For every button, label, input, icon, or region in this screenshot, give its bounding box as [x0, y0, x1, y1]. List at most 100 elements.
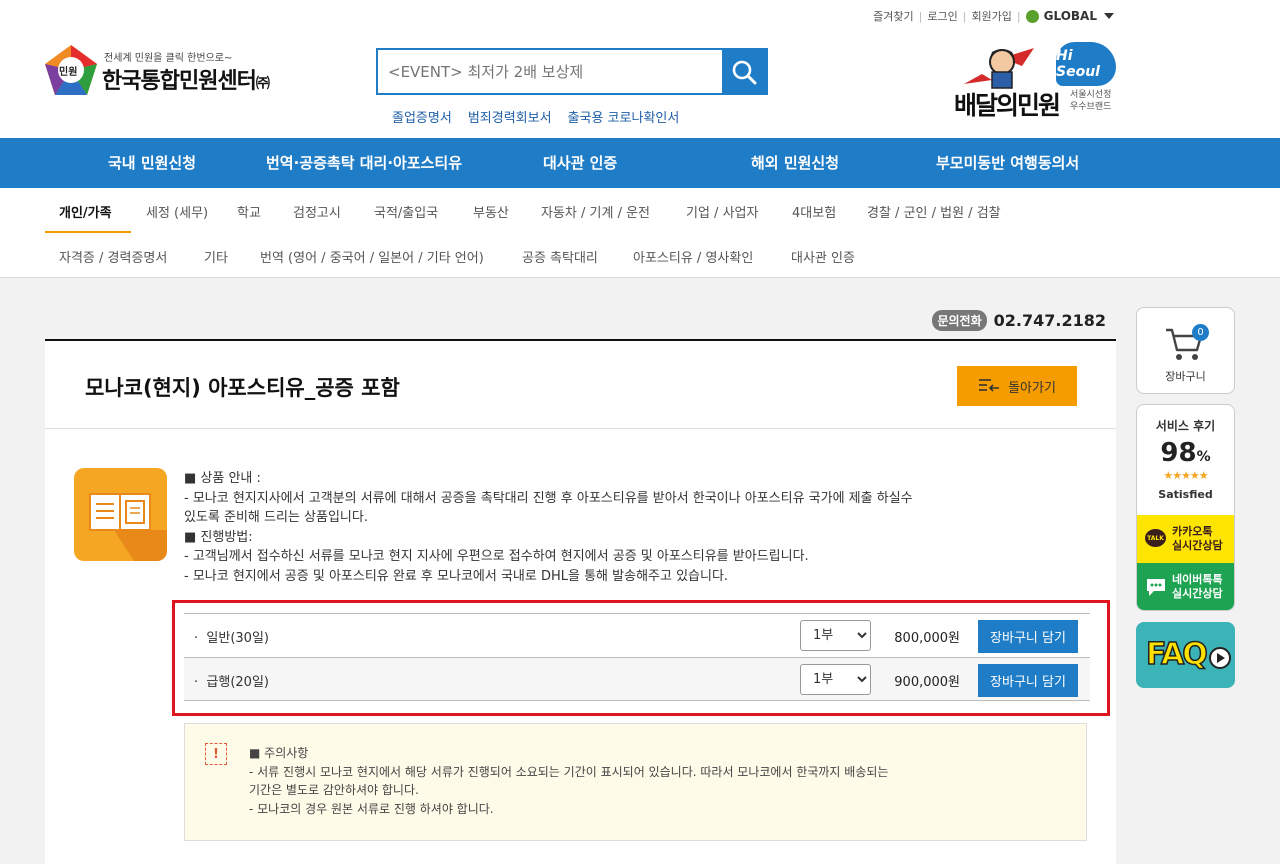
desc-line: 있도록 준비해 드리는 상품입니다.	[184, 510, 368, 525]
review-percent-value: 98	[1160, 438, 1197, 468]
logo-mark-text: 민원	[59, 67, 78, 78]
join-link[interactable]: 회원가입	[971, 8, 1011, 24]
notice-text: ■ 주의사항 - 서류 진행시 모나코 현지에서 해당 서류가 진행되어 소요되…	[249, 744, 888, 818]
option-label: · 급행(20일)	[194, 675, 269, 690]
faq-button[interactable]: FAQ	[1136, 622, 1235, 688]
category-nav: 개인/가족 세정 (세무) 학교 검정고시 국적/출입국 부동산 자동차 / 기…	[0, 188, 1280, 278]
option-label-text: 일반(30일)	[206, 631, 269, 646]
contact-phone: 문의전화 02.747.2182	[932, 310, 1106, 331]
option-row: · 일반(30일) 1부 800,000원 장바구니 담기	[184, 613, 1090, 657]
nav-travel-consent[interactable]: 부모미동반 여행동의서	[936, 138, 1079, 188]
category-tab[interactable]: 대사관 인증	[791, 247, 855, 266]
login-link[interactable]: 로그인	[927, 8, 957, 24]
option-list: · 일반(30일) 1부 800,000원 장바구니 담기 · 급행(20일) …	[172, 600, 1110, 716]
warning-icon: !	[205, 743, 227, 765]
quick-link[interactable]: 출국용 코로나확인서	[568, 107, 680, 126]
play-icon	[1209, 647, 1231, 669]
top-links: 즐겨찾기 | 로그인 | 회원가입 | GLOBAL	[873, 8, 1114, 24]
option-price: 900,000원	[894, 675, 960, 690]
nav-overseas[interactable]: 해외 민원신청	[751, 138, 839, 188]
category-tab[interactable]: 경찰 / 군인 / 법원 / 검찰	[867, 202, 1001, 221]
product-card: 모나코(현지) 아포스티유_공증 포함 돌아가기 ■ 상품 안내 : - 모나코…	[45, 339, 1116, 864]
kakao-chat-button[interactable]: TALK 카카오톡 실시간상담	[1137, 515, 1234, 563]
logo-name-text: 한국통합민원센터	[102, 69, 257, 94]
category-tab[interactable]: 번역 (영어 / 중국어 / 일본어 / 기타 언어)	[260, 247, 484, 266]
category-tab[interactable]: 학교	[237, 202, 261, 221]
brand-tag-line: 서울시선정	[1070, 90, 1112, 100]
nav-domestic[interactable]: 국내 민원신청	[108, 138, 196, 188]
caret-down-icon[interactable]	[1104, 13, 1114, 19]
category-tab[interactable]: 개인/가족	[59, 202, 112, 221]
option-label: · 일반(30일)	[194, 631, 269, 646]
nav-embassy[interactable]: 대사관 인증	[543, 138, 617, 188]
notice-box: ! ■ 주의사항 - 서류 진행시 모나코 현지에서 해당 서류가 진행되어 소…	[184, 723, 1087, 841]
review-percent-unit: %	[1196, 449, 1211, 465]
review-percent: 98%	[1137, 438, 1234, 468]
brand-name: 배달의민원	[954, 91, 1061, 120]
quantity-select[interactable]: 1부	[800, 620, 871, 651]
category-tab[interactable]: 국적/출입국	[374, 202, 438, 221]
quick-link[interactable]: 졸업증명서	[392, 107, 452, 126]
notice-line: 기간은 별도로 감안하셔야 합니다.	[249, 783, 419, 797]
quick-links: 졸업증명서 범죄경력회보서 출국용 코로나확인서	[392, 107, 679, 126]
category-tab[interactable]: 자동차 / 기계 / 운전	[541, 202, 650, 221]
add-to-cart-button[interactable]: 장바구니 담기	[978, 664, 1078, 697]
quick-review: 서비스 후기 98% ★★★★★ Satisfied TALK 카카오톡 실시간상…	[1136, 404, 1235, 611]
category-tab[interactable]: 자격증 / 경력증명서	[59, 247, 167, 266]
category-tab[interactable]: 아포스티유 / 영사확인	[633, 247, 753, 266]
add-to-cart-button[interactable]: 장바구니 담기	[978, 620, 1078, 653]
option-row: · 급행(20일) 1부 900,000원 장바구니 담기	[184, 657, 1090, 701]
document-icon-graphic	[89, 493, 167, 561]
review-title[interactable]: 서비스 후기	[1137, 417, 1234, 434]
divider: |	[1016, 9, 1021, 23]
quick-link[interactable]: 범죄경력회보서	[468, 107, 552, 126]
notice-line: - 모나코의 경우 원본 서류로 진행 하셔야 합니다.	[249, 801, 494, 816]
desc-line: ■ 진행방법:	[184, 529, 253, 545]
brand-banner[interactable]: Hi Seoul 배달의민원 서울시선정 우수브랜드	[952, 42, 1120, 122]
divider: |	[962, 9, 967, 23]
kakao-label: 카카오톡 실시간상담	[1172, 525, 1223, 553]
global-link[interactable]: GLOBAL	[1044, 9, 1097, 23]
title-row: 모나코(현지) 아포스티유_공증 포함 돌아가기	[45, 341, 1116, 429]
brand-tag: 서울시선정 우수브랜드	[1070, 89, 1111, 113]
category-tab[interactable]: 검정고시	[293, 202, 341, 221]
phone-number[interactable]: 02.747.2182	[994, 311, 1106, 330]
main-nav: 국내 민원신청 번역·공증촉탁 대리·아포스티유 대사관 인증 해외 민원신청 …	[0, 138, 1280, 188]
quick-cart[interactable]: 0 장바구니	[1136, 307, 1235, 394]
hiseoul-badge: Hi Seoul	[1056, 42, 1116, 86]
naver-label-line: 실시간상담	[1172, 587, 1223, 600]
naver-label: 네이버톡톡 실시간상담	[1172, 573, 1223, 601]
category-tab[interactable]: 세정 (세무)	[146, 202, 208, 221]
desc-line: - 모나코 현지지사에서 고객분의 서류에 대해서 공증을 촉탁대리 진행 후 …	[184, 490, 913, 506]
category-tab[interactable]: 부동산	[473, 202, 509, 221]
kakao-talk-icon: TALK	[1145, 529, 1166, 547]
active-tab-indicator	[45, 231, 131, 233]
category-tab[interactable]: 기타	[204, 247, 228, 266]
kakao-label-line: 카카오톡	[1172, 525, 1213, 538]
quantity-select[interactable]: 1부	[800, 664, 871, 695]
nav-translation[interactable]: 번역·공증촉탁 대리·아포스티유	[266, 138, 462, 188]
notice-line: ■ 주의사항	[249, 746, 309, 760]
favorite-link[interactable]: 즐겨찾기	[873, 8, 913, 24]
mascot-icon	[964, 48, 1034, 89]
phone-badge: 문의전화	[932, 310, 987, 331]
category-tab[interactable]: 공증 촉탁대리	[522, 247, 598, 266]
notice-line: - 서류 진행시 모나코 현지에서 해당 서류가 진행되어 소요되는 기간이 표…	[249, 764, 889, 779]
logo-name: 한국통합민원센터㈜	[102, 63, 270, 95]
category-tab[interactable]: 4대보험	[792, 202, 836, 221]
star-rating-icon: ★★★★★	[1163, 469, 1208, 482]
option-label-text: 급행(20일)	[206, 675, 269, 690]
search-box	[376, 48, 768, 95]
search-button[interactable]	[722, 50, 766, 93]
site-header: 즐겨찾기 | 로그인 | 회원가입 | GLOBAL 민원 전세계 민원을 클릭…	[0, 0, 1280, 138]
page-title: 모나코(현지) 아포스티유_공증 포함	[85, 376, 400, 400]
category-tab[interactable]: 기업 / 사업자	[686, 202, 758, 221]
cart-count-badge: 0	[1192, 324, 1209, 341]
search-input[interactable]	[378, 50, 724, 93]
naver-label-line: 네이버톡톡	[1172, 573, 1223, 586]
desc-line: - 고객님께서 접수하신 서류를 모나코 현지 지사에 우편으로 접수하여 현지…	[184, 549, 809, 564]
naver-talk-button[interactable]: 네이버톡톡 실시간상담	[1137, 563, 1234, 610]
site-logo[interactable]: 민원 전세계 민원을 클릭 한번으로~ 한국통합민원센터㈜	[44, 44, 314, 98]
naver-talk-icon	[1147, 579, 1165, 596]
back-button[interactable]: 돌아가기	[957, 366, 1077, 406]
